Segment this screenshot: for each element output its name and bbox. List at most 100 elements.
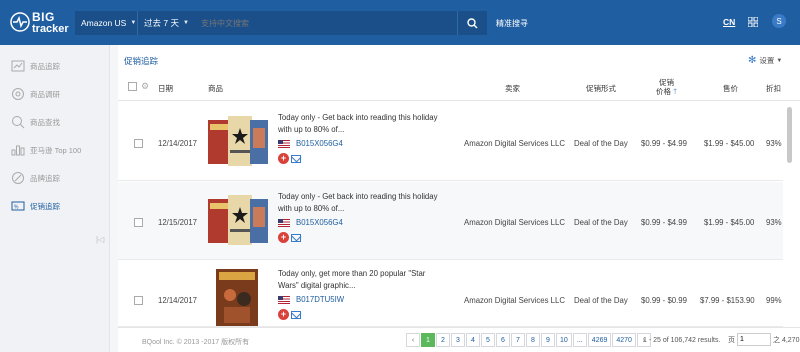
- column-settings-icon[interactable]: ⚙: [141, 81, 149, 92]
- sidebar-item-product-track[interactable]: 商品追踪: [0, 53, 110, 79]
- sidebar-item-product-research[interactable]: 商品调研: [0, 81, 110, 107]
- column-header-date[interactable]: 日期: [158, 83, 173, 94]
- sidebar-item-promo-track[interactable]: % 促销追踪: [0, 193, 110, 219]
- promo-price-label-1: 促销: [659, 78, 674, 87]
- chevron-down-icon: ▼: [776, 57, 783, 64]
- select-all-checkbox[interactable]: [128, 82, 137, 91]
- sidebar-item-label: 促销追踪: [30, 201, 60, 211]
- page-button[interactable]: 4270: [612, 333, 636, 347]
- product-track-icon: [10, 59, 26, 73]
- table-scrollbar[interactable]: [787, 103, 793, 315]
- precise-search-link[interactable]: 精准搜寻: [496, 18, 528, 29]
- user-avatar[interactable]: S: [772, 14, 786, 28]
- column-header-promo-price[interactable]: 促销 价格 🡑: [656, 78, 677, 96]
- page-button[interactable]: 3: [451, 333, 465, 347]
- page-title: 促销追踪: [124, 56, 159, 66]
- page-button[interactable]: 8: [526, 333, 540, 347]
- row-seller: Amazon Digital Services LLC: [464, 139, 565, 148]
- product-asin[interactable]: B015X056G4: [278, 139, 343, 148]
- asin-link[interactable]: B015X056G4: [296, 139, 343, 148]
- add-track-button[interactable]: +: [278, 153, 289, 164]
- product-thumbnail[interactable]: [208, 114, 268, 170]
- add-track-button[interactable]: +: [278, 232, 289, 243]
- page-button[interactable]: 10: [556, 333, 572, 347]
- page-button[interactable]: 5: [481, 333, 495, 347]
- table-row: 12/15/2017 Today only - Get back into re…: [118, 182, 783, 260]
- row-checkbox[interactable]: [134, 296, 143, 305]
- row-promo-type: Deal of the Day: [574, 218, 628, 227]
- sidebar-item-brand-track[interactable]: 品牌追踪: [0, 165, 110, 191]
- column-header-price[interactable]: 售价: [723, 83, 738, 94]
- sidebar-item-label: 品牌追踪: [30, 173, 60, 183]
- product-asin[interactable]: B017DTU5IW: [278, 295, 344, 304]
- page-button[interactable]: 1: [421, 333, 435, 347]
- email-icon[interactable]: [291, 310, 301, 319]
- row-seller: Amazon Digital Services LLC: [464, 218, 565, 227]
- copyright-text: BQool Inc. © 2013 -2017 版权所有: [142, 339, 250, 346]
- results-count: 1 - 25 of 106,742 results.: [643, 337, 721, 344]
- row-discount: 99%: [766, 296, 782, 305]
- promo-price-label-2: 价格: [656, 87, 671, 96]
- product-title-line-2: with up to 80% of...: [278, 204, 345, 213]
- row-promo-price: $0.99 - $4.99: [641, 218, 687, 227]
- page-ellipsis: ...: [572, 333, 587, 347]
- row-checkbox[interactable]: [134, 139, 143, 148]
- row-checkbox[interactable]: [134, 218, 143, 227]
- main-content: 促销追踪 ✻ 设置 ▼ ⚙ 日期 商品 卖家 促销形式 促销 价格 🡑 售价 折…: [118, 45, 800, 352]
- page-button[interactable]: 6: [496, 333, 510, 347]
- sidebar-item-product-find[interactable]: 商品查找: [0, 109, 110, 135]
- product-find-icon: [10, 115, 26, 129]
- row-discount: 93%: [766, 218, 782, 227]
- asin-link[interactable]: B017DTU5IW: [296, 295, 344, 304]
- page-button[interactable]: 7: [511, 333, 525, 347]
- svg-text:%: %: [14, 205, 19, 211]
- collapse-sidebar-icon[interactable]: |◁: [96, 235, 104, 244]
- product-title[interactable]: Today only - Get back into reading this …: [278, 191, 458, 215]
- page-button[interactable]: 2: [436, 333, 450, 347]
- period-dropdown[interactable]: 过去 7 天 ▼: [138, 11, 193, 35]
- goto-page: 页 之 4,270: [728, 333, 799, 346]
- goto-page-input[interactable]: [737, 333, 771, 346]
- page-button[interactable]: 4269: [587, 333, 612, 347]
- row-date: 12/14/2017: [158, 296, 198, 305]
- sidebar-item-label: 商品查找: [30, 117, 60, 127]
- bigtracker-logo[interactable]: BIG tracker: [10, 8, 72, 38]
- column-header-discount[interactable]: 折扣: [766, 83, 781, 94]
- top100-icon: [10, 143, 26, 157]
- asin-link[interactable]: B015X056G4: [296, 218, 343, 227]
- search-button[interactable]: [457, 11, 487, 35]
- column-header-seller[interactable]: 卖家: [505, 83, 520, 94]
- product-thumbnail[interactable]: [216, 269, 260, 326]
- add-track-button[interactable]: +: [278, 309, 289, 320]
- settings-dropdown[interactable]: ✻ 设置 ▼: [748, 55, 782, 66]
- row-actions: +: [278, 309, 301, 320]
- pagination: ‹ 1 2 3 4 5 6 7 8 9 10 ... 4269 4270 ›: [406, 333, 652, 347]
- product-title[interactable]: Today only - Get back into reading this …: [278, 112, 458, 136]
- apps-grid-icon[interactable]: [748, 17, 758, 27]
- page-button[interactable]: 4: [466, 333, 480, 347]
- logo-text-tracker: tracker: [32, 23, 69, 35]
- prev-page-button[interactable]: ‹: [406, 333, 420, 347]
- product-asin[interactable]: B015X056G4: [278, 218, 343, 227]
- column-header-promo-type[interactable]: 促销形式: [586, 83, 616, 94]
- sidebar-item-top100[interactable]: 亚马逊 Top 100: [0, 137, 110, 163]
- sort-ascending-icon: 🡑: [673, 87, 677, 96]
- table-header: ⚙ 日期 商品 卖家 促销形式 促销 价格 🡑 售价 折扣: [118, 75, 800, 101]
- settings-label: 设置: [759, 56, 775, 65]
- scrollbar-thumb[interactable]: [787, 107, 792, 163]
- product-title[interactable]: Today only, get more than 20 popular "St…: [278, 268, 458, 292]
- column-header-product[interactable]: 商品: [208, 83, 223, 94]
- marketplace-dropdown[interactable]: Amazon US ▼: [75, 11, 138, 35]
- us-flag-icon: [278, 218, 290, 227]
- search-input[interactable]: [193, 11, 457, 35]
- page-button[interactable]: 9: [541, 333, 555, 347]
- product-title-line-1: Today only - Get back into reading this …: [278, 192, 438, 201]
- promo-track-icon: %: [10, 199, 26, 213]
- email-icon[interactable]: [291, 233, 301, 242]
- language-switch[interactable]: CN: [723, 17, 735, 27]
- row-date: 12/14/2017: [158, 139, 198, 148]
- sidebar: 商品追踪 商品调研 商品查找 亚马逊 Top 100 品牌追踪 % 促销追踪 |…: [0, 45, 110, 352]
- product-thumbnail[interactable]: [208, 193, 268, 249]
- email-icon[interactable]: [291, 154, 301, 163]
- book-cover-image: [208, 116, 268, 166]
